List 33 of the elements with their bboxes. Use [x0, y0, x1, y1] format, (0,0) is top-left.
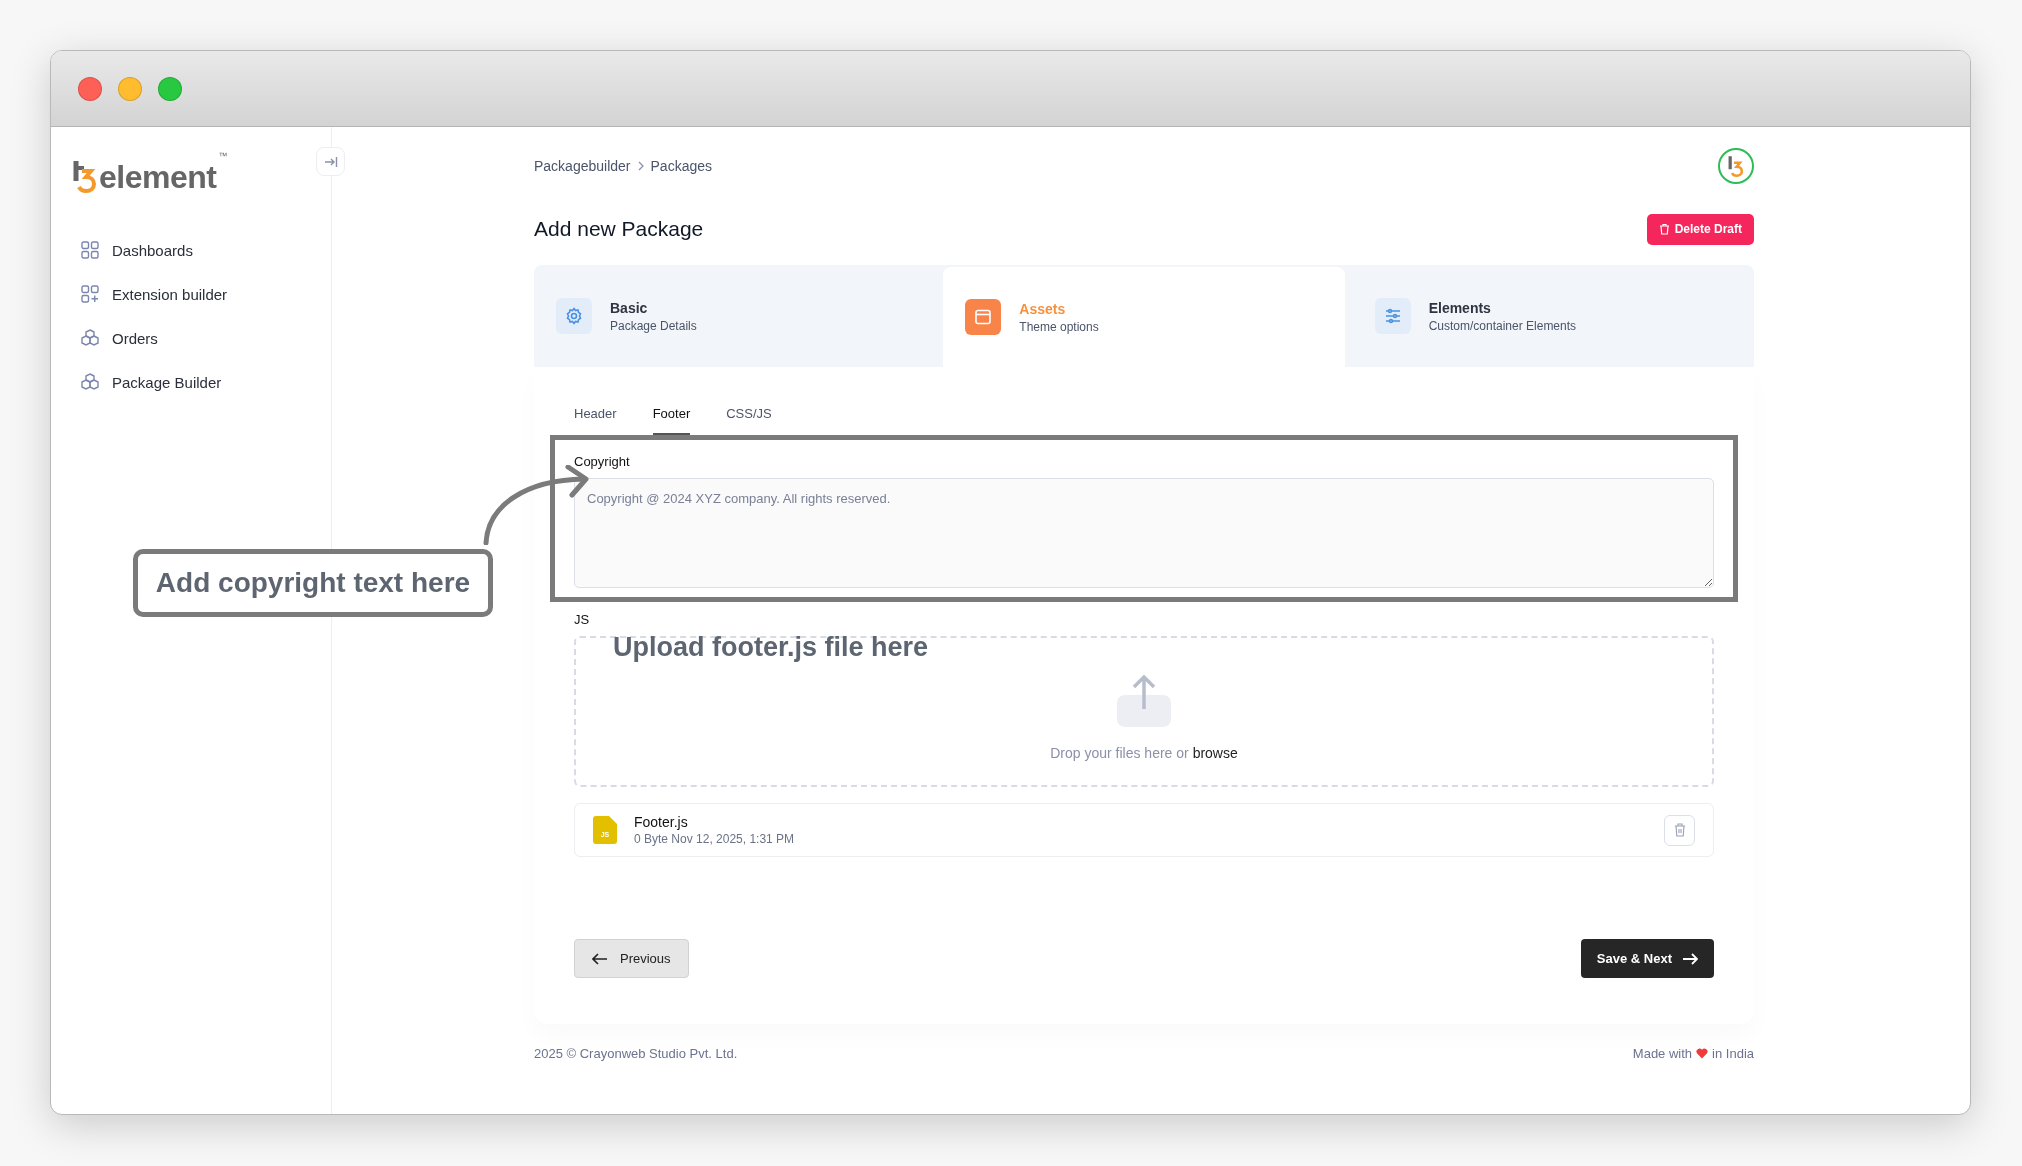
- step-subtitle: Custom/container Elements: [1428, 318, 1577, 333]
- tab[interactable]: Footer: [652, 401, 691, 435]
- step-tab[interactable]: Assets Theme options: [943, 267, 1345, 367]
- copyright-field[interactable]: Copyright @ 2024 XYZ company. All rights reserved.: [574, 478, 1714, 588]
- page-title: Add new Package: [534, 217, 704, 241]
- step-subtitle: Theme options: [1019, 319, 1099, 334]
- logo-text: element: [99, 161, 217, 193]
- file-meta: 0 Byte Nov 12, 2025, 1:31 PM: [634, 832, 796, 846]
- step-subtitle: Package Details: [610, 318, 697, 333]
- delete-draft-button[interactable]: Delete Draft: [1646, 213, 1754, 245]
- previous-button[interactable]: Previous: [574, 939, 689, 978]
- annotation-callout: Add copyright text here: [133, 549, 493, 617]
- footer-text: Made with: [1632, 1046, 1693, 1061]
- sidebar-item[interactable]: Package Builder: [73, 367, 331, 397]
- footer-text: in India: [1712, 1046, 1754, 1061]
- breadcrumb-link[interactable]: Packagebuilder: [534, 158, 631, 174]
- breadcrumb-link[interactable]: Packages: [650, 158, 712, 174]
- field-label: Copyright: [574, 454, 631, 469]
- step-title: Basic: [610, 299, 649, 316]
- sidebar-item[interactable]: Orders: [73, 323, 331, 353]
- sidebar-item[interactable]: Dashboards: [73, 235, 331, 265]
- file-name: Footer.js: [634, 814, 689, 830]
- browse-link[interactable]: browse: [1192, 745, 1238, 761]
- trademark-mark: ™: [218, 151, 228, 161]
- step-title: Elements: [1428, 299, 1492, 316]
- drop-instructions: Drop your files here or browse: [1050, 745, 1238, 761]
- field-label: JS: [574, 612, 591, 627]
- tab[interactable]: Header: [574, 401, 617, 435]
- copyright-text: 2025 © Crayonweb Studio Pvt. Ltd.: [534, 1046, 738, 1061]
- tab[interactable]: CSS/JS: [726, 401, 772, 435]
- sidebar-item[interactable]: Extension builder: [73, 279, 331, 309]
- step-title: Assets: [1019, 300, 1067, 317]
- save-next-button[interactable]: Save & Next: [1580, 939, 1714, 978]
